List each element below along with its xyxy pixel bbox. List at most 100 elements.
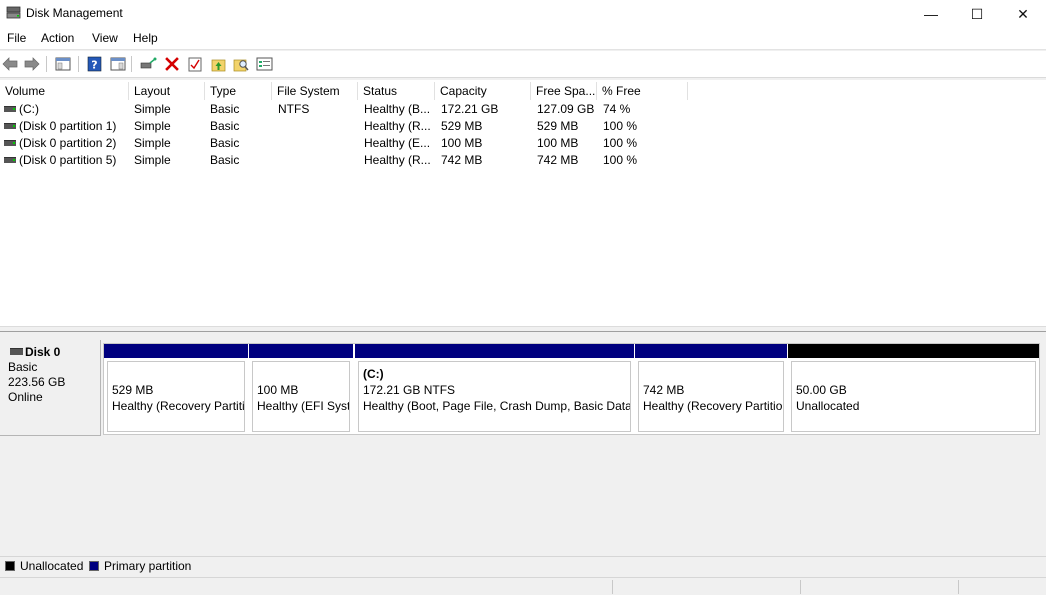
- connect-drive-icon: [140, 57, 156, 69]
- cell-layout: Simple: [134, 153, 171, 167]
- cell-percent-free: 74 %: [603, 102, 631, 116]
- partition-name: [257, 366, 349, 382]
- cell-volume: (C:): [19, 102, 39, 116]
- col-file-system[interactable]: File System: [272, 82, 358, 100]
- partition-status: Healthy (Recovery Partition): [643, 399, 784, 413]
- col-status[interactable]: Status: [358, 82, 435, 100]
- volume-icon: [4, 140, 16, 146]
- col-type[interactable]: Type: [205, 82, 272, 100]
- menu-bar: File Action View Help: [0, 28, 1046, 50]
- col-layout[interactable]: Layout: [129, 82, 205, 100]
- disk-type: Basic: [8, 360, 38, 374]
- legend-primary-partition: Primary partition: [104, 559, 192, 573]
- cell-capacity: 742 MB: [441, 153, 483, 167]
- partition-c-drive[interactable]: (C:) 172.21 GB NTFS Healthy (Boot, Page …: [355, 344, 634, 434]
- cell-capacity: 172.21 GB: [441, 102, 499, 116]
- cell-capacity: 100 MB: [441, 136, 483, 150]
- check-icon: [188, 57, 202, 71]
- properties-button[interactable]: [255, 55, 273, 73]
- volume-icon: [4, 157, 16, 163]
- close-button[interactable]: ✕: [1000, 0, 1046, 28]
- disk-management-app-icon: [6, 6, 21, 19]
- col-percent-free[interactable]: % Free: [597, 82, 688, 100]
- toolbar: ?: [0, 51, 1046, 78]
- col-free-space[interactable]: Free Spa...: [531, 82, 597, 100]
- volume-list: Volume Layout Type File System Status Ca…: [0, 80, 1046, 326]
- menu-file[interactable]: File: [7, 31, 26, 45]
- partition-recovery-1[interactable]: 529 MB Healthy (Recovery Partition): [104, 344, 248, 434]
- disk-name: Disk 0: [25, 345, 61, 359]
- cell-layout: Simple: [134, 136, 171, 150]
- search-folder-button[interactable]: [232, 55, 250, 73]
- legend: Unallocated Primary partition: [0, 556, 1046, 576]
- partition-recovery-5[interactable]: 742 MB Healthy (Recovery Partition): [635, 344, 787, 434]
- properties-icon: [256, 57, 272, 71]
- table-row[interactable]: (C:) Simple Basic NTFS Healthy (B... 172…: [0, 101, 690, 118]
- properties-pane-icon: [110, 57, 126, 71]
- menu-action[interactable]: Action: [41, 31, 74, 45]
- delete-button[interactable]: [163, 55, 181, 73]
- toolbar-separator: [131, 56, 132, 72]
- volume-icon: [4, 106, 16, 112]
- status-bar: [0, 577, 1046, 595]
- close-icon: ✕: [1017, 5, 1029, 22]
- partition-name: [796, 366, 1035, 382]
- minimize-icon: —: [924, 6, 938, 22]
- search-folder-icon: [233, 59, 249, 71]
- disk-state: Online: [8, 390, 43, 404]
- cell-percent-free: 100 %: [603, 119, 638, 133]
- cell-free-space: 529 MB: [537, 119, 579, 133]
- primary-partition-bar: [635, 344, 787, 358]
- partition-status: Healthy (Recovery Partition): [112, 399, 245, 413]
- back-button[interactable]: [1, 55, 19, 73]
- cell-type: Basic: [210, 136, 240, 150]
- partition-strip: 529 MB Healthy (Recovery Partition) 100 …: [103, 343, 1040, 435]
- disk-name-row: Disk 0: [8, 345, 100, 360]
- col-volume[interactable]: Volume: [0, 82, 129, 100]
- col-capacity[interactable]: Capacity: [435, 82, 531, 100]
- cell-volume: (Disk 0 partition 2): [19, 136, 117, 150]
- partition-name: (C:): [363, 367, 384, 381]
- show-console-tree-button[interactable]: [54, 55, 72, 73]
- partition-efi[interactable]: 100 MB Healthy (EFI System Partition): [249, 344, 353, 434]
- partition-box: 742 MB Healthy (Recovery Partition): [638, 361, 784, 432]
- connect-button[interactable]: [139, 55, 157, 73]
- cell-type: Basic: [210, 119, 240, 133]
- forward-button[interactable]: [23, 55, 41, 73]
- cell-layout: Simple: [134, 102, 171, 116]
- table-row[interactable]: (Disk 0 partition 2) Simple Basic Health…: [0, 135, 690, 152]
- cell-status: Healthy (R...: [364, 119, 431, 133]
- primary-partition-bar: [104, 344, 248, 358]
- cell-volume: (Disk 0 partition 1): [19, 119, 117, 133]
- partition-unallocated[interactable]: 50.00 GB Unallocated: [788, 344, 1039, 434]
- primary-partition-swatch: [89, 561, 99, 571]
- partition-box: (C:) 172.21 GB NTFS Healthy (Boot, Page …: [358, 361, 631, 432]
- cell-percent-free: 100 %: [603, 136, 638, 150]
- table-row[interactable]: (Disk 0 partition 5) Simple Basic Health…: [0, 152, 690, 169]
- partition-box: 50.00 GB Unallocated: [791, 361, 1036, 432]
- partition-size: 50.00 GB: [796, 383, 847, 397]
- volume-icon: [4, 123, 16, 129]
- cell-status: Healthy (B...: [364, 102, 431, 116]
- partition-box: 529 MB Healthy (Recovery Partition): [107, 361, 245, 432]
- folder-up-button[interactable]: [209, 55, 227, 73]
- menu-view[interactable]: View: [92, 31, 118, 45]
- partition-status: Healthy (EFI System Partition): [257, 399, 349, 413]
- cell-free-space: 742 MB: [537, 153, 579, 167]
- help-button[interactable]: ?: [85, 55, 103, 73]
- menu-help[interactable]: Help: [133, 31, 158, 45]
- folder-up-icon: [211, 59, 225, 71]
- show-action-pane-button[interactable]: [109, 55, 127, 73]
- check-button[interactable]: [186, 55, 204, 73]
- disk-0-label[interactable]: Disk 0 Basic 223.56 GB Online: [0, 340, 101, 436]
- cell-capacity: 529 MB: [441, 119, 483, 133]
- forward-arrow-icon: [24, 57, 40, 71]
- partition-size: 172.21 GB NTFS: [363, 383, 456, 397]
- cell-volume: (Disk 0 partition 5): [19, 153, 117, 167]
- unallocated-bar: [788, 344, 1039, 358]
- partition-name: [643, 366, 783, 382]
- maximize-button[interactable]: ☐: [954, 0, 1000, 28]
- minimize-button[interactable]: —: [908, 0, 954, 28]
- table-row[interactable]: (Disk 0 partition 1) Simple Basic Health…: [0, 118, 690, 135]
- cell-free-space: 127.09 GB: [537, 102, 595, 116]
